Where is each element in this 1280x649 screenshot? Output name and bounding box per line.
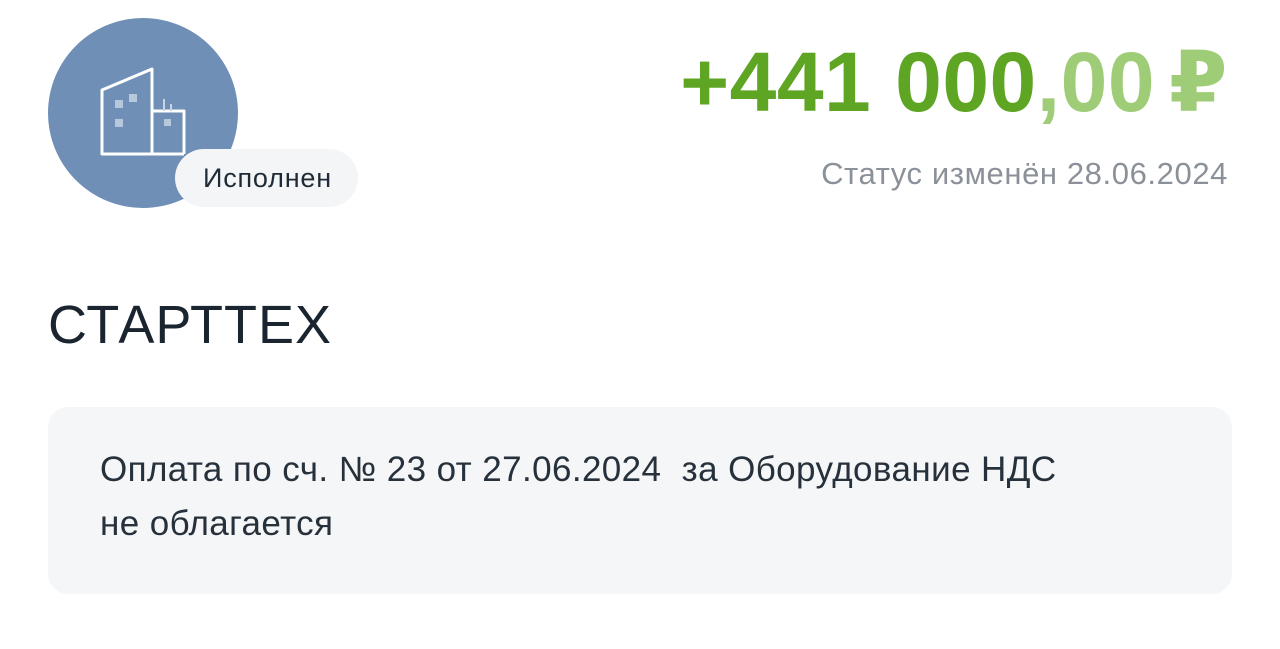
status-changed-date: Статус изменён 28.06.2024 [821, 156, 1228, 191]
payment-purpose-card: Оплата по сч. № 23 от 27.06.2024 за Обор… [48, 407, 1232, 594]
amount-fraction: ,00 [1036, 35, 1156, 129]
payment-purpose-text: Оплата по сч. № 23 от 27.06.2024 за Обор… [100, 450, 1057, 543]
amount-integer: +441 000 [680, 35, 1037, 129]
payment-detail-screen: Исполнен +441 000,00 ₽ Статус изменён 28.… [0, 0, 1280, 649]
payment-amount: +441 000,00 ₽ [680, 34, 1228, 130]
status-badge: Исполнен [175, 149, 358, 207]
currency-symbol: ₽ [1169, 35, 1228, 129]
counterparty-name: СТАРТТЕХ [48, 295, 333, 355]
